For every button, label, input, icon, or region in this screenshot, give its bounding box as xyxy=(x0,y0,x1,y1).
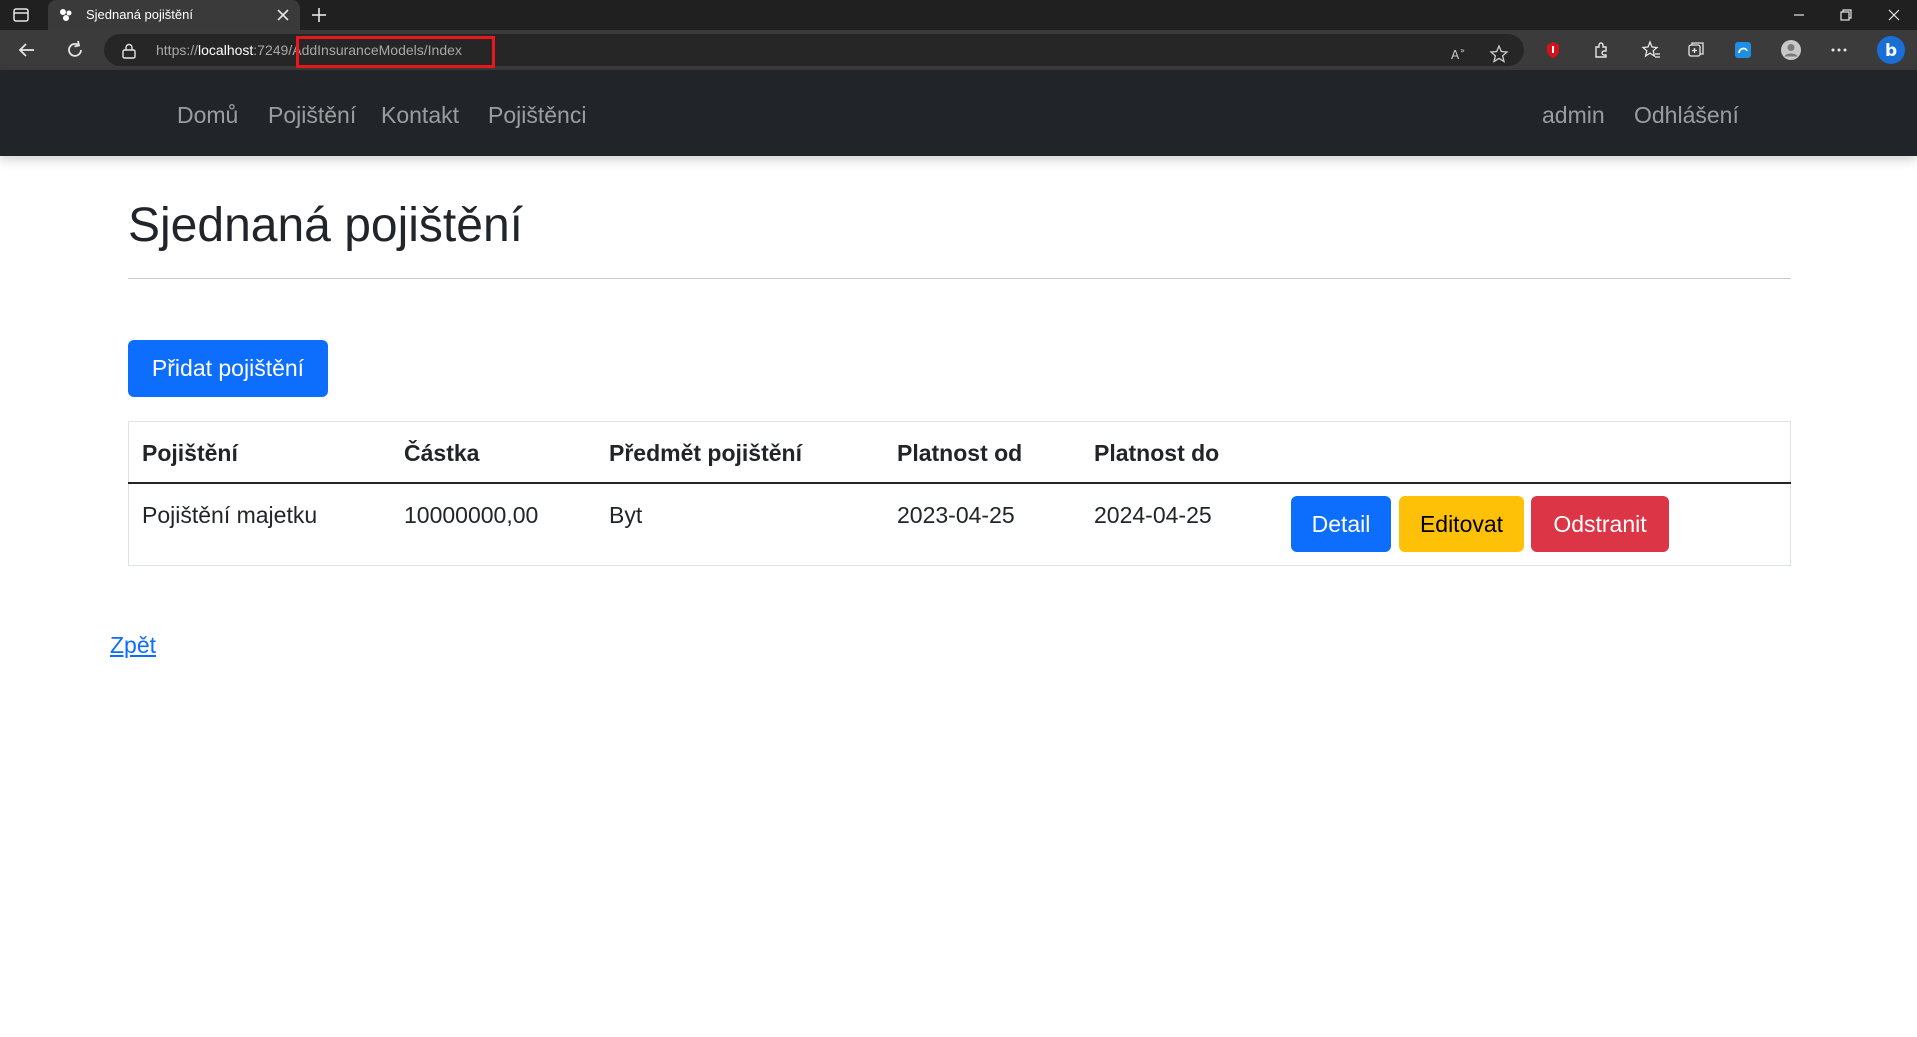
extension-shield-icon[interactable] xyxy=(1542,39,1564,61)
profile-avatar-icon[interactable] xyxy=(1780,39,1802,61)
tab-actions-icon[interactable] xyxy=(12,6,30,24)
table-header-divider xyxy=(128,482,1791,484)
delete-button[interactable]: Odstranit xyxy=(1531,496,1669,552)
back-link[interactable]: Zpět xyxy=(110,632,156,659)
app-navbar: Domů Pojištění Kontakt Pojištěnci admin … xyxy=(0,70,1917,156)
cell-valid-to: 2024-04-25 xyxy=(1094,502,1212,528)
detail-button[interactable]: Detail xyxy=(1291,496,1391,552)
svg-text:A: A xyxy=(1451,48,1460,62)
svg-text:b: b xyxy=(1885,41,1897,61)
read-aloud-icon[interactable]: A » xyxy=(1448,43,1470,65)
window-close-icon[interactable] xyxy=(1884,5,1904,25)
table-header-valid-to: Platnost do xyxy=(1094,440,1220,466)
minimize-icon[interactable] xyxy=(1789,5,1809,25)
page-title: Sjednaná pojištění xyxy=(128,199,523,252)
lock-icon[interactable] xyxy=(122,43,136,59)
table-header-amount: Částka xyxy=(404,440,480,466)
restore-icon[interactable] xyxy=(1836,5,1856,25)
browser-essentials-icon[interactable] xyxy=(1732,39,1754,61)
table-header-subject: Předmět pojištění xyxy=(609,440,802,466)
nav-link-insured[interactable]: Pojištěnci xyxy=(488,102,586,129)
cell-valid-from: 2023-04-25 xyxy=(897,502,1015,528)
plus-icon[interactable] xyxy=(308,4,330,26)
nav-link-logout[interactable]: Odhlášení xyxy=(1634,102,1739,129)
reload-icon[interactable] xyxy=(64,39,86,61)
url-scheme: https:// xyxy=(156,42,199,58)
svg-text:»: » xyxy=(1460,46,1465,55)
table-header-insurance: Pojištění xyxy=(142,440,238,466)
url-highlight-annotation xyxy=(296,36,495,68)
app-favicon-icon xyxy=(60,9,72,21)
cell-subject: Byt xyxy=(609,502,643,528)
cell-amount: 10000000,00 xyxy=(404,502,539,528)
back-arrow-icon[interactable] xyxy=(16,39,38,61)
title-divider xyxy=(128,278,1791,279)
more-menu-icon[interactable] xyxy=(1828,39,1850,61)
extensions-puzzle-icon[interactable] xyxy=(1590,39,1612,61)
nav-link-insurance[interactable]: Pojištění xyxy=(268,102,356,129)
nav-link-home[interactable]: Domů xyxy=(177,102,238,129)
edit-button[interactable]: Editovat xyxy=(1399,496,1524,552)
browser-tab-bar: Sjednaná pojištění xyxy=(0,0,1917,30)
nav-user-admin[interactable]: admin xyxy=(1542,102,1605,129)
table-header-valid-from: Platnost od xyxy=(897,440,1023,466)
add-insurance-button[interactable]: Přidat pojištění xyxy=(128,340,328,397)
cell-insurance: Pojištění majetku xyxy=(142,502,318,528)
close-icon[interactable] xyxy=(274,6,292,24)
favorites-icon[interactable] xyxy=(1640,39,1662,61)
favorite-star-icon[interactable] xyxy=(1488,43,1510,65)
browser-tab-active[interactable]: Sjednaná pojištění xyxy=(48,0,300,30)
tab-title: Sjednaná pojištění xyxy=(86,7,193,22)
copilot-bing-icon[interactable]: b xyxy=(1876,35,1906,65)
url-host: localhost xyxy=(198,42,254,58)
nav-link-contact[interactable]: Kontakt xyxy=(381,102,459,129)
url-port: :7249 xyxy=(253,42,289,58)
collections-icon[interactable] xyxy=(1685,39,1707,61)
browser-toolbar: https://localhost:7249/AddInsuranceModel… xyxy=(0,30,1917,70)
